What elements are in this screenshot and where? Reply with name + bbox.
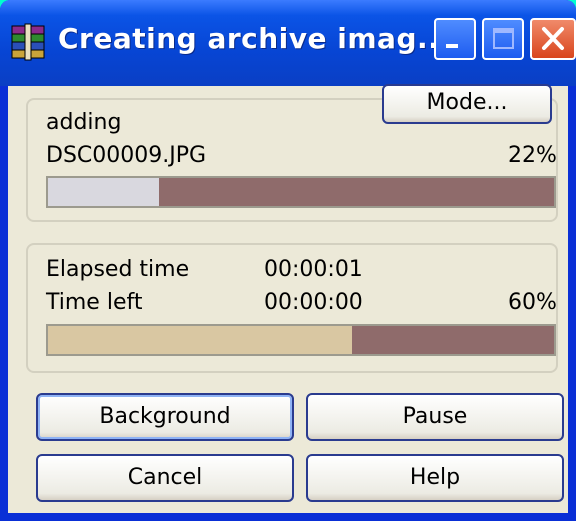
time-left-value: 00:00:00 [264,290,363,315]
maximize-icon [493,28,514,49]
pause-button[interactable]: Pause [306,393,564,441]
archive-progress-window: Creating archive imag... Mode... adding … [0,0,576,521]
total-progress-bar [46,324,556,356]
close-button[interactable] [530,18,576,60]
time-left-label: Time left [46,290,143,315]
cancel-button[interactable]: Cancel [36,454,294,502]
maximize-button[interactable] [482,18,524,60]
background-button[interactable]: Background [36,393,294,441]
minimize-button[interactable] [434,18,476,60]
help-button[interactable]: Help [306,454,564,502]
minimize-icon [446,44,458,48]
file-name: DSC00009.JPG [46,143,207,168]
action-label: adding [46,110,122,135]
total-percent: 60% [508,290,557,315]
file-percent: 22% [508,143,557,168]
window-title: Creating archive imag... [58,22,451,55]
elapsed-time-label: Elapsed time [46,257,190,282]
winrar-icon [8,22,48,62]
mode-button[interactable]: Mode... [382,84,552,124]
total-progress-fill [48,326,352,354]
file-progress-fill [48,178,160,206]
close-icon [542,27,564,50]
elapsed-time-value: 00:00:01 [264,257,363,282]
title-bar[interactable]: Creating archive imag... [0,0,576,86]
file-progress-bar [46,176,556,208]
